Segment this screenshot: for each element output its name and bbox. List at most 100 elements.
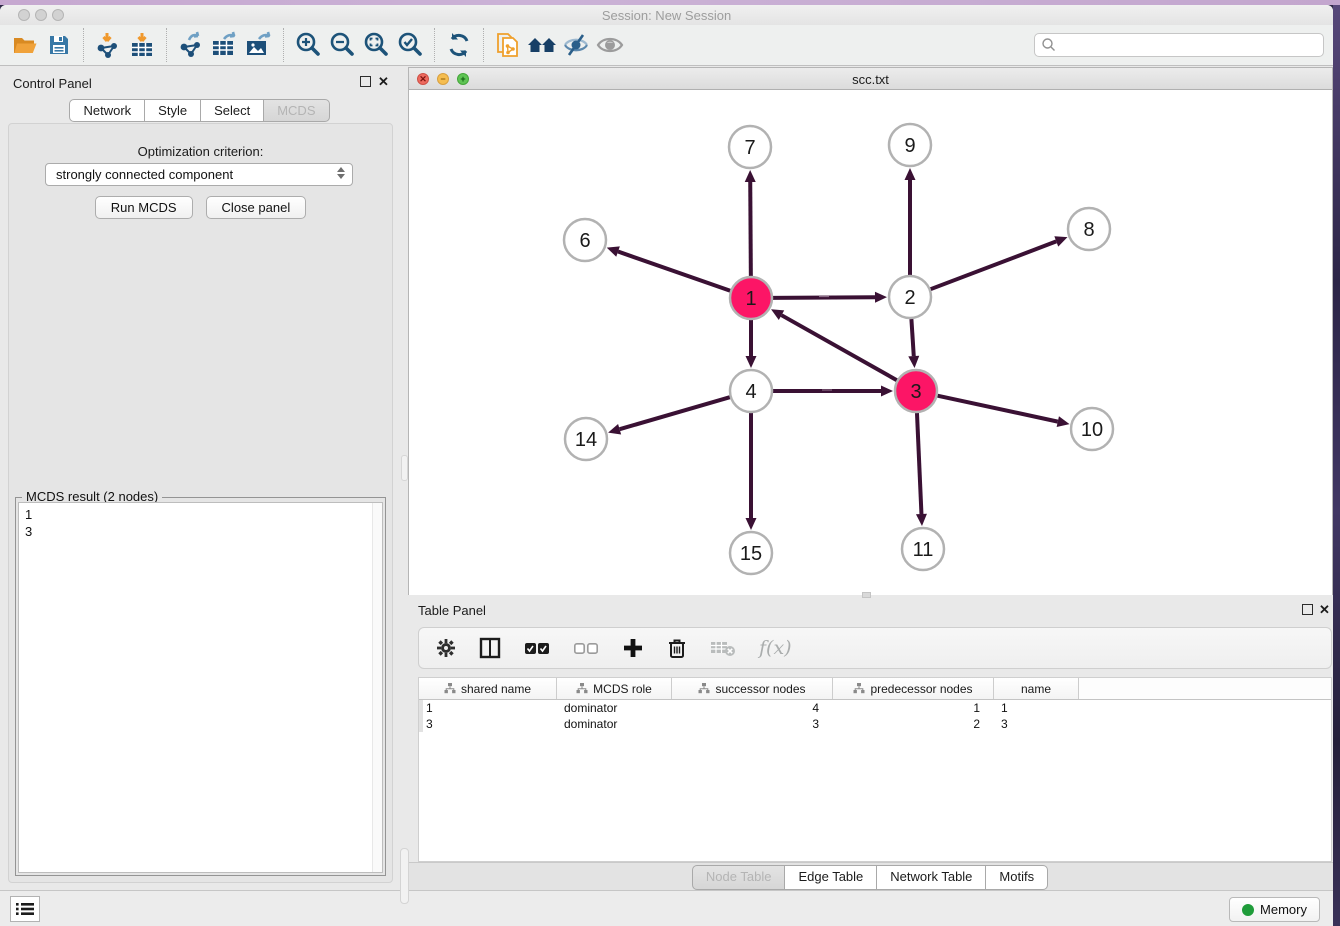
refresh-icon[interactable] [442, 28, 476, 62]
close-panel-icon[interactable]: ✕ [378, 74, 389, 90]
export-network-icon[interactable] [174, 28, 208, 62]
clone-network-icon[interactable] [491, 28, 525, 62]
zoom-selected-icon[interactable] [393, 28, 427, 62]
tab-network[interactable]: Network [69, 99, 145, 122]
delete-table-icon[interactable] [710, 639, 736, 657]
cell-name[interactable]: 1 [994, 700, 1079, 716]
list-icon [16, 902, 34, 916]
main-toolbar [0, 25, 1333, 66]
cell-shared-name[interactable]: 1 [419, 700, 557, 716]
edge-1-6[interactable] [618, 252, 730, 291]
task-history-button[interactable] [10, 896, 40, 922]
column-header-shared-name[interactable]: shared name [419, 678, 557, 699]
table-panel-title: Table Panel [418, 603, 486, 618]
deselect-all-icon[interactable] [573, 642, 599, 655]
panel-splitter-handle[interactable] [401, 455, 408, 481]
memory-status-icon [1242, 904, 1254, 916]
hide-selected-icon[interactable] [559, 28, 593, 62]
export-image-icon[interactable] [242, 28, 276, 62]
table-panel: Table Panel ✕ [408, 595, 1333, 890]
tab-style[interactable]: Style [144, 99, 201, 122]
result-scrollbar[interactable] [372, 503, 382, 872]
criterion-dropdown[interactable]: strongly connected component [45, 163, 353, 186]
edge-arrowhead [916, 514, 927, 526]
cell-successor-nodes[interactable]: 4 [672, 700, 833, 716]
first-neighbors-icon[interactable] [525, 28, 559, 62]
search-input[interactable] [1057, 36, 1323, 54]
column-header-MCDS-role[interactable]: MCDS role [557, 678, 672, 699]
column-header-name[interactable]: name [994, 678, 1079, 699]
import-table-icon[interactable] [125, 28, 159, 62]
float-table-panel-icon[interactable] [1302, 604, 1313, 615]
table-body: 1dominator4113dominator323 [419, 700, 1331, 732]
column-header-predecessor-nodes[interactable]: predecessor nodes [833, 678, 994, 699]
close-panel-button[interactable]: Close panel [206, 196, 307, 219]
graph-node-label: 4 [745, 381, 756, 403]
show-graphics-details-icon[interactable] [593, 28, 627, 62]
zoom-fit-icon[interactable] [359, 28, 393, 62]
cell-shared-name[interactable]: 3 [419, 716, 557, 732]
graph-node-label: 2 [904, 287, 915, 309]
export-table-icon[interactable] [208, 28, 242, 62]
edge-3-11[interactable] [917, 413, 921, 514]
edge-1-7[interactable] [750, 182, 751, 276]
edge-arrowhead [1054, 236, 1067, 246]
control-panel: Control Panel ✕ NetworkStyleSelectMCDS O… [0, 67, 400, 890]
run-mcds-button[interactable]: Run MCDS [95, 196, 193, 219]
edge-2-3[interactable] [911, 319, 913, 356]
edge-3-10[interactable] [938, 396, 1058, 422]
edge-3-1[interactable] [781, 315, 896, 380]
float-panel-icon[interactable] [360, 76, 371, 87]
network-canvas[interactable]: 7968124314101511 [409, 90, 1332, 595]
column-header-successor-nodes[interactable]: successor nodes [672, 678, 833, 699]
open-session-icon[interactable] [8, 28, 42, 62]
cell-successor-nodes[interactable]: 3 [672, 716, 833, 732]
tab-mcds[interactable]: MCDS [263, 99, 329, 122]
function-builder-icon[interactable]: f(x) [759, 637, 792, 659]
edge-arrowhead [881, 386, 893, 397]
column-type-icon [444, 683, 456, 694]
tab-motifs[interactable]: Motifs [985, 865, 1048, 890]
mcds-result-list[interactable]: 1 3 [18, 502, 383, 873]
edge-2-8[interactable] [931, 241, 1057, 289]
edge-1-2[interactable] [773, 297, 875, 298]
tab-network-table[interactable]: Network Table [876, 865, 986, 890]
zoom-in-icon[interactable] [291, 28, 325, 62]
cell-MCDS-role[interactable]: dominator [557, 716, 672, 732]
application-window: Session: New Session [0, 5, 1333, 926]
column-type-icon [576, 683, 588, 694]
settings-icon[interactable] [436, 638, 456, 658]
view-splitter-handle[interactable] [862, 592, 871, 598]
control-panel-tabs: NetworkStyleSelectMCDS [0, 99, 400, 122]
toggle-column-panel-icon[interactable] [479, 637, 501, 659]
memory-button[interactable]: Memory [1229, 897, 1320, 922]
window-titlebar: Session: New Session [0, 5, 1333, 25]
criterion-value: strongly connected component [56, 167, 233, 182]
table-row[interactable]: 1dominator411 [419, 700, 1331, 716]
edge-4-14[interactable] [620, 397, 730, 429]
select-all-icon[interactable] [524, 642, 550, 655]
save-session-icon[interactable] [42, 28, 76, 62]
close-table-panel-icon[interactable]: ✕ [1319, 602, 1330, 618]
edge-arrowhead [607, 246, 620, 256]
graph-node-label: 6 [579, 230, 590, 252]
cell-predecessor-nodes[interactable]: 2 [833, 716, 994, 732]
tab-node-table[interactable]: Node Table [692, 865, 786, 890]
edge-arrowhead [746, 518, 757, 530]
memory-label: Memory [1260, 902, 1307, 917]
toolbar-separator [483, 28, 484, 62]
panel-splitter-handle[interactable] [400, 848, 409, 904]
graph-node-label: 9 [904, 135, 915, 157]
toolbar-separator [283, 28, 284, 62]
delete-column-icon[interactable] [667, 637, 687, 659]
zoom-out-icon[interactable] [325, 28, 359, 62]
tab-edge-table[interactable]: Edge Table [784, 865, 877, 890]
import-network-icon[interactable] [91, 28, 125, 62]
tab-select[interactable]: Select [200, 99, 264, 122]
cell-MCDS-role[interactable]: dominator [557, 700, 672, 716]
network-window-title: scc.txt [409, 72, 1332, 87]
cell-name[interactable]: 3 [994, 716, 1079, 732]
add-column-icon[interactable] [622, 637, 644, 659]
cell-predecessor-nodes[interactable]: 1 [833, 700, 994, 716]
table-row[interactable]: 3dominator323 [419, 716, 1331, 732]
